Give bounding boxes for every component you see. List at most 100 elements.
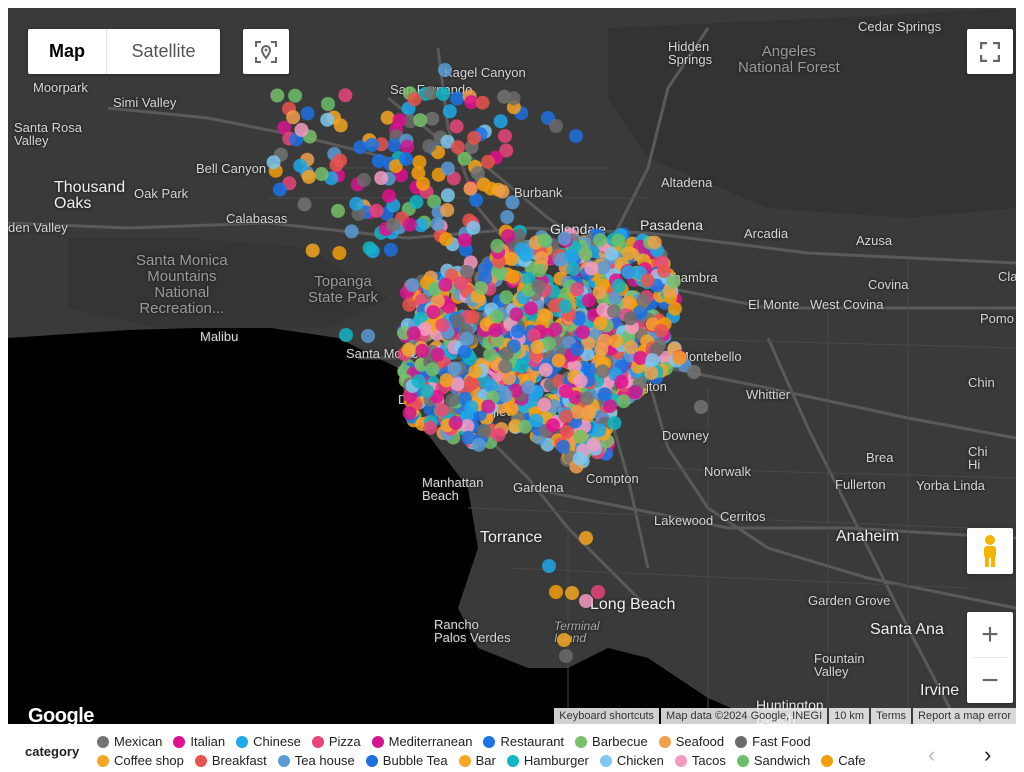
place-marker[interactable] bbox=[672, 350, 687, 365]
legend-item[interactable]: Mexican bbox=[97, 734, 162, 749]
place-marker[interactable] bbox=[386, 217, 400, 232]
place-marker[interactable] bbox=[411, 374, 426, 389]
place-marker[interactable] bbox=[332, 246, 347, 260]
place-marker[interactable] bbox=[430, 347, 445, 362]
place-marker[interactable] bbox=[438, 277, 453, 292]
place-marker[interactable] bbox=[382, 189, 396, 203]
place-marker[interactable] bbox=[557, 633, 571, 647]
legend-item[interactable]: Coffee shop bbox=[97, 753, 184, 768]
place-marker[interactable] bbox=[532, 263, 547, 278]
place-marker[interactable] bbox=[356, 172, 371, 187]
place-marker[interactable] bbox=[387, 138, 402, 153]
place-marker[interactable] bbox=[499, 290, 514, 305]
place-marker[interactable] bbox=[595, 364, 610, 379]
place-marker[interactable] bbox=[439, 232, 454, 247]
legend-item[interactable]: Mediterranean bbox=[371, 734, 472, 749]
place-marker[interactable] bbox=[400, 139, 415, 154]
place-marker[interactable] bbox=[624, 340, 639, 355]
place-marker[interactable] bbox=[465, 376, 480, 391]
place-marker[interactable] bbox=[266, 155, 281, 170]
place-marker[interactable] bbox=[380, 110, 395, 125]
place-marker[interactable] bbox=[593, 233, 608, 248]
place-marker[interactable] bbox=[434, 403, 449, 417]
place-marker[interactable] bbox=[579, 391, 594, 406]
place-marker[interactable] bbox=[510, 324, 525, 339]
place-marker[interactable] bbox=[338, 88, 353, 103]
legend-item[interactable]: Cafe bbox=[821, 753, 866, 768]
place-marker[interactable] bbox=[450, 91, 465, 106]
place-marker[interactable] bbox=[369, 203, 384, 218]
place-marker[interactable] bbox=[666, 274, 681, 289]
place-marker[interactable] bbox=[333, 153, 348, 168]
place-marker[interactable] bbox=[424, 86, 438, 100]
legend-item[interactable]: Restaurant bbox=[483, 734, 564, 749]
place-marker[interactable] bbox=[644, 366, 659, 381]
place-marker[interactable] bbox=[549, 119, 563, 133]
place-marker[interactable] bbox=[402, 297, 417, 312]
place-marker[interactable] bbox=[423, 420, 438, 435]
legend-item[interactable]: Chicken bbox=[599, 753, 664, 768]
place-marker[interactable] bbox=[538, 362, 553, 377]
place-marker[interactable] bbox=[509, 307, 524, 322]
place-marker[interactable] bbox=[500, 210, 515, 224]
place-marker[interactable] bbox=[581, 405, 596, 420]
place-marker[interactable] bbox=[405, 278, 420, 292]
place-marker[interactable] bbox=[449, 119, 464, 134]
place-marker[interactable] bbox=[531, 279, 546, 293]
place-marker[interactable] bbox=[581, 293, 596, 308]
place-marker[interactable] bbox=[564, 249, 579, 264]
place-marker[interactable] bbox=[593, 316, 608, 331]
place-marker[interactable] bbox=[573, 429, 588, 444]
place-marker[interactable] bbox=[647, 235, 662, 250]
place-marker[interactable] bbox=[472, 437, 486, 452]
legend-prev-page-button[interactable]: ‹ bbox=[928, 742, 935, 768]
place-marker[interactable] bbox=[468, 364, 483, 379]
legend-item[interactable]: Fast Food bbox=[735, 734, 811, 749]
place-marker[interactable] bbox=[608, 290, 623, 305]
legend-item[interactable]: Hamburger bbox=[506, 753, 589, 768]
place-marker[interactable] bbox=[440, 161, 455, 176]
place-marker[interactable] bbox=[344, 224, 359, 239]
place-marker[interactable] bbox=[499, 346, 514, 361]
place-marker[interactable] bbox=[371, 153, 386, 168]
place-marker[interactable] bbox=[465, 310, 480, 324]
place-marker[interactable] bbox=[572, 451, 587, 466]
place-marker[interactable] bbox=[566, 262, 581, 277]
place-marker[interactable] bbox=[477, 423, 492, 438]
scale-label[interactable]: 10 km bbox=[829, 708, 870, 724]
place-marker[interactable] bbox=[495, 184, 510, 199]
place-marker[interactable] bbox=[430, 217, 445, 232]
place-marker[interactable] bbox=[578, 247, 593, 262]
place-marker[interactable] bbox=[448, 415, 463, 430]
place-marker[interactable] bbox=[628, 385, 643, 400]
place-marker[interactable] bbox=[422, 139, 437, 154]
place-marker[interactable] bbox=[636, 293, 651, 308]
place-marker[interactable] bbox=[438, 63, 452, 77]
place-marker[interactable] bbox=[657, 264, 672, 278]
fullscreen-button[interactable] bbox=[967, 29, 1013, 74]
place-marker[interactable] bbox=[412, 155, 427, 170]
place-marker[interactable] bbox=[392, 113, 407, 128]
place-marker[interactable] bbox=[558, 299, 573, 314]
place-marker[interactable] bbox=[402, 217, 417, 232]
place-marker[interactable] bbox=[415, 343, 430, 358]
place-marker[interactable] bbox=[439, 373, 454, 388]
legend-next-page-button[interactable]: › bbox=[984, 742, 991, 768]
place-marker[interactable] bbox=[614, 374, 629, 389]
place-marker[interactable] bbox=[320, 112, 335, 127]
place-marker[interactable] bbox=[611, 278, 626, 293]
place-marker[interactable] bbox=[467, 130, 482, 145]
place-marker[interactable] bbox=[425, 362, 440, 377]
place-marker[interactable] bbox=[321, 97, 335, 111]
legend-item[interactable]: Breakfast bbox=[194, 753, 267, 768]
place-marker[interactable] bbox=[579, 594, 593, 608]
place-marker[interactable] bbox=[537, 397, 552, 412]
map-type-satellite-button[interactable]: Satellite bbox=[107, 29, 220, 74]
place-marker[interactable] bbox=[440, 203, 455, 218]
place-marker[interactable] bbox=[413, 113, 428, 128]
legend-item[interactable]: Seafood bbox=[658, 734, 724, 749]
place-marker[interactable] bbox=[667, 301, 682, 316]
place-marker[interactable] bbox=[687, 365, 701, 379]
legend-item[interactable]: Italian bbox=[173, 734, 225, 749]
place-marker[interactable] bbox=[537, 233, 552, 248]
